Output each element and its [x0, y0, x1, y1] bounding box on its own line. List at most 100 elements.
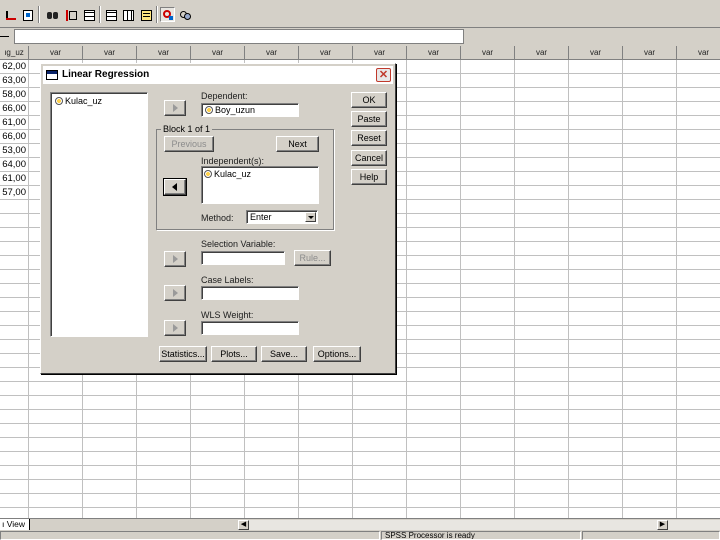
data-cell[interactable]: 64,00: [0, 158, 28, 172]
help-button[interactable]: Help: [351, 169, 387, 185]
chevron-down-icon[interactable]: [305, 212, 316, 222]
ok-button[interactable]: OK: [351, 92, 387, 108]
grid-line: [0, 437, 720, 438]
data-cell[interactable]: 61,00: [0, 172, 28, 186]
dependent-field[interactable]: Boy_uzun: [201, 103, 299, 117]
weight-cases-icon[interactable]: [120, 7, 135, 22]
column-header-first[interactable]: ıg_uz: [0, 46, 29, 60]
arrow-right-icon: [173, 255, 178, 263]
grid-line: [0, 493, 720, 494]
insert-case-icon[interactable]: [63, 7, 78, 22]
reset-button[interactable]: Reset: [351, 130, 387, 146]
data-cell[interactable]: 61,00: [0, 116, 28, 130]
save-button[interactable]: Save...: [261, 346, 307, 362]
column-header[interactable]: var: [623, 46, 677, 60]
case-labels-field[interactable]: [201, 286, 299, 300]
use-sets-icon[interactable]: [177, 7, 192, 22]
list-item[interactable]: Kulac_uz: [55, 96, 102, 107]
source-variable-list[interactable]: Kulac_uz: [50, 92, 148, 337]
value-labels-icon[interactable]: [160, 7, 175, 22]
selection-variable-label: Selection Variable:: [201, 239, 276, 249]
dialog-titlebar[interactable]: Linear Regression ✕: [43, 66, 393, 84]
select-cases-icon[interactable]: [138, 7, 153, 22]
previous-button[interactable]: Previous: [164, 136, 214, 152]
column-header[interactable]: var: [29, 46, 83, 60]
column-header[interactable]: var: [353, 46, 407, 60]
arrow-right-icon: [173, 104, 178, 112]
close-icon[interactable]: ✕: [376, 68, 391, 82]
data-cell[interactable]: 57,00: [0, 186, 28, 200]
move-to-independents-button[interactable]: [164, 179, 186, 195]
column-header[interactable]: var: [191, 46, 245, 60]
column-header[interactable]: var: [245, 46, 299, 60]
scale-variable-icon: [55, 97, 63, 105]
data-cell[interactable]: 58,00: [0, 88, 28, 102]
method-label: Method:: [201, 213, 234, 223]
method-select[interactable]: Enter: [246, 210, 318, 224]
move-to-wls-button[interactable]: [164, 320, 186, 336]
grid-line: [0, 507, 720, 508]
data-cell[interactable]: 53,00: [0, 144, 28, 158]
scale-variable-icon: [205, 106, 213, 114]
arrow-right-icon: [173, 324, 178, 332]
data-cell[interactable]: 62,00: [0, 60, 28, 74]
next-button[interactable]: Next: [276, 136, 319, 152]
horizontal-scrollbar[interactable]: ◀ ▶: [238, 520, 720, 530]
grid-line: [0, 465, 720, 466]
status-pane: [582, 531, 720, 540]
move-to-dependent-button[interactable]: [164, 100, 186, 116]
column-header[interactable]: var: [461, 46, 515, 60]
column-header[interactable]: var: [83, 46, 137, 60]
grid-line: [0, 423, 720, 424]
paste-button[interactable]: Paste: [351, 111, 387, 127]
scroll-right-icon[interactable]: ▶: [657, 520, 668, 530]
scroll-left-icon[interactable]: ◀: [238, 520, 249, 530]
plots-button[interactable]: Plots...: [211, 346, 257, 362]
grid-line: [0, 479, 720, 480]
goto-case-icon[interactable]: [3, 7, 18, 22]
block-label: Block 1 of 1: [161, 124, 213, 134]
status-bar: SPSS Processor is ready: [0, 530, 720, 540]
wls-weight-label: WLS Weight:: [201, 310, 254, 320]
options-button[interactable]: Options...: [313, 346, 361, 362]
cell-value-input[interactable]: [14, 29, 464, 44]
linear-regression-dialog: Linear Regression ✕ Kulac_uz Dependent: …: [40, 63, 396, 374]
cancel-button[interactable]: Cancel: [351, 150, 387, 166]
move-to-case-labels-button[interactable]: [164, 285, 186, 301]
data-cell[interactable]: 66,00: [0, 102, 28, 116]
grid-line: [0, 451, 720, 452]
independents-label: Independent(s):: [201, 156, 265, 166]
method-value: Enter: [250, 212, 272, 222]
tab-variable-view[interactable]: ı View: [0, 519, 30, 530]
toolbar-separator: [99, 6, 101, 23]
arrow-right-icon: [173, 289, 178, 297]
insert-variable-icon[interactable]: [81, 7, 96, 22]
case-labels-label: Case Labels:: [201, 275, 254, 285]
column-header[interactable]: var: [569, 46, 623, 60]
dependent-value: Boy_uzun: [215, 105, 256, 115]
toolbar-separator: [156, 6, 158, 23]
move-to-selection-button[interactable]: [164, 251, 186, 267]
wls-weight-field[interactable]: [201, 321, 299, 335]
column-header[interactable]: var: [137, 46, 191, 60]
variable-name: Kulac_uz: [214, 169, 252, 179]
statistics-button[interactable]: Statistics...: [159, 346, 207, 362]
data-cell[interactable]: 66,00: [0, 130, 28, 144]
split-file-icon[interactable]: [103, 7, 118, 22]
variables-icon[interactable]: [20, 7, 35, 22]
scale-variable-icon: [204, 170, 212, 178]
selection-variable-field[interactable]: [201, 251, 285, 265]
column-header[interactable]: var: [515, 46, 569, 60]
processor-status: SPSS Processor is ready: [381, 531, 581, 540]
column-header[interactable]: var: [299, 46, 353, 60]
variable-name: Kulac_uz: [65, 96, 103, 106]
independents-list[interactable]: Kulac_uz: [201, 166, 319, 204]
column-header[interactable]: var: [407, 46, 461, 60]
list-item[interactable]: Kulac_uz: [204, 169, 251, 180]
dialog-title: Linear Regression: [62, 69, 150, 80]
arrow-left-icon: [172, 183, 177, 191]
column-header[interactable]: var: [677, 46, 720, 60]
find-icon[interactable]: [44, 7, 59, 22]
rule-button[interactable]: Rule...: [294, 250, 331, 266]
data-cell[interactable]: 63,00: [0, 74, 28, 88]
